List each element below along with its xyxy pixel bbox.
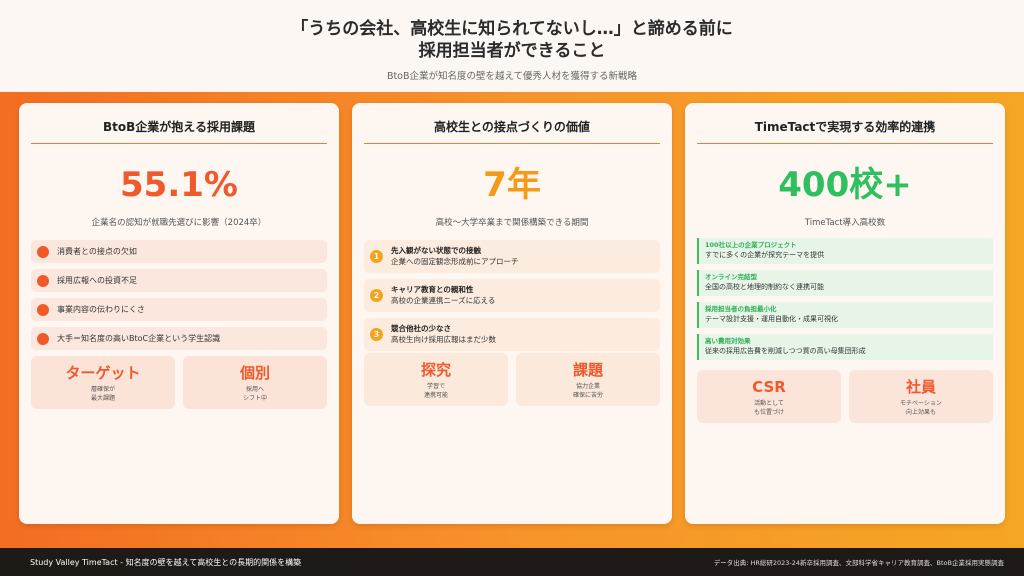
bullet-dot-icon <box>37 303 49 316</box>
stat-value: 7年 <box>483 165 541 205</box>
list-item-text: 事業内容の伝わりにくさ <box>57 305 145 314</box>
footer: Study Valley TimeTact - 知名度の壁を越えて高校生との長期… <box>0 548 1024 576</box>
list-item-desc: 高校生向け採用広報はまだ少数 <box>391 335 496 344</box>
footer-tagline: Study Valley TimeTact - 知名度の壁を越えて高校生との長期… <box>30 557 302 567</box>
list-item-desc: 従来の採用広告費を削減しつつ質の高い母集団形成 <box>705 347 866 355</box>
bullet-dot-icon <box>37 332 49 345</box>
stat-value: 55.1% <box>120 165 238 205</box>
bullet-dot-icon <box>37 274 49 287</box>
list-item: 3 競合他社の少なさ高校生向け採用広報はまだ少数 <box>364 318 660 351</box>
highlight-box: 課題 協力企業 確保に苦労 <box>516 353 660 406</box>
stat-caption: 高校〜大学卒業まで関係構築できる期間 <box>435 218 589 228</box>
page-title: 「うちの会社、高校生に知られてないし…」と諦める前に 採用担当者ができること <box>0 0 1024 62</box>
list-item: 事業内容の伝わりにくさ <box>31 298 327 321</box>
highlight-sub: 協力企業 確保に苦労 <box>572 383 603 399</box>
highlight-heading: 探究 <box>420 361 451 379</box>
challenge-list: 消費者との接点の欠如 採用広報への投資不足 事業内容の伝わりにくさ 大手＝知名度… <box>31 240 327 350</box>
highlight-boxes: ターゲット 層確保が 最大課題 個別 採用へ シフト中 <box>31 356 327 409</box>
list-item-title: 先入観がない状態での接触 <box>391 246 481 255</box>
value-list: 1 先入観がない状態での接触企業への固定観念形成前にアプローチ 2 キャリア教育… <box>364 240 660 351</box>
list-item: オンライン完結型 全国の高校と地理的制約なく連携可能 <box>697 270 993 296</box>
stat-caption: TimeTact導入高校数 <box>804 218 886 228</box>
list-item: 高い費用対効果 従来の採用広告費を削減しつつ質の高い母集団形成 <box>697 334 993 360</box>
highlight-sub: 学習で 連携可能 <box>423 383 448 399</box>
highlight-box: 個別 採用へ シフト中 <box>183 356 327 409</box>
card-timetact: TimeTactで実現する効率的連携 400校+ TimeTact導入高校数 1… <box>685 103 1005 524</box>
title-line-1: 「うちの会社、高校生に知られてないし…」と諦める前に <box>291 19 733 39</box>
list-item-desc: テーマ設計支援・運用自動化・成果可視化 <box>705 315 838 323</box>
highlight-boxes: 探究 学習で 連携可能 課題 協力企業 確保に苦労 <box>364 353 660 406</box>
list-item-title: オンライン完結型 <box>705 273 757 281</box>
footer-source: データ出典: HR総研2023-24新卒採用調査、文部科学省キャリア教育調査、B… <box>713 559 1004 567</box>
highlight-sub: モチベーション 向上効果も <box>900 400 942 416</box>
bullet-dot-icon <box>37 245 49 258</box>
list-item: 採用担当者の負担最小化 テーマ設計支援・運用自動化・成果可視化 <box>697 302 993 328</box>
highlight-heading: CSR <box>752 378 786 396</box>
list-item-title: 競合他社の少なさ <box>391 324 451 333</box>
highlight-box: ターゲット 層確保が 最大課題 <box>31 356 175 409</box>
list-item-text: 採用広報への投資不足 <box>57 276 137 285</box>
list-item: 1 先入観がない状態での接触企業への固定観念形成前にアプローチ <box>364 240 660 273</box>
highlight-box: CSR 活動として も位置づけ <box>697 370 841 423</box>
list-item-desc: 企業への固定観念形成前にアプローチ <box>391 257 519 266</box>
list-item: 採用広報への投資不足 <box>31 269 327 292</box>
number-badge: 1 <box>370 250 383 263</box>
number-badge: 3 <box>370 328 383 341</box>
list-item-text: 大手＝知名度の高いBtoC企業という学生認識 <box>57 334 221 343</box>
card-title: BtoB企業が抱える採用課題 <box>31 118 327 144</box>
highlight-sub: 層確保が 最大課題 <box>90 386 115 402</box>
stat-value: 400校+ <box>778 165 912 205</box>
highlight-heading: 課題 <box>572 361 603 379</box>
card-value: 高校生との接点づくりの価値 7年 高校〜大学卒業まで関係構築できる期間 1 先入… <box>352 103 672 524</box>
highlight-box: 探究 学習で 連携可能 <box>364 353 508 406</box>
feature-list: 100社以上の企業プロジェクト すでに多くの企業が探究テーマを提供 オンライン完… <box>697 238 993 360</box>
highlight-boxes: CSR 活動として も位置づけ 社員 モチベーション 向上効果も <box>697 370 993 423</box>
list-item-title: キャリア教育との親和性 <box>391 285 474 294</box>
page-subtitle: BtoB企業が知名度の壁を越えて優秀人材を獲得する新戦略 <box>386 71 638 82</box>
list-item: 100社以上の企業プロジェクト すでに多くの企業が探究テーマを提供 <box>697 238 993 264</box>
card-challenges: BtoB企業が抱える採用課題 55.1% 企業名の認知が就職先選びに影響（202… <box>19 103 339 524</box>
highlight-heading: 個別 <box>239 364 270 382</box>
card-title: 高校生との接点づくりの価値 <box>364 118 660 144</box>
list-item-title: 100社以上の企業プロジェクト <box>705 241 797 249</box>
list-item-text: 消費者との接点の欠如 <box>57 247 137 256</box>
list-item-title: 高い費用対効果 <box>705 337 751 345</box>
highlight-sub: 活動として も位置づけ <box>753 400 784 416</box>
highlight-heading: 社員 <box>905 378 936 396</box>
highlight-box: 社員 モチベーション 向上効果も <box>849 370 993 423</box>
highlight-heading: ターゲット <box>65 364 141 382</box>
list-item: 2 キャリア教育との親和性高校の企業連携ニーズに応える <box>364 279 660 312</box>
stat-caption: 企業名の認知が就職先選びに影響（2024卒） <box>91 218 267 228</box>
list-item-desc: 高校の企業連携ニーズに応える <box>391 296 496 305</box>
header: 「うちの会社、高校生に知られてないし…」と諦める前に 採用担当者ができること B… <box>0 0 1024 92</box>
list-item-desc: すでに多くの企業が探究テーマを提供 <box>705 251 825 259</box>
highlight-sub: 採用へ シフト中 <box>242 386 267 402</box>
list-item-title: 採用担当者の負担最小化 <box>705 305 777 313</box>
number-badge: 2 <box>370 289 383 302</box>
list-item: 消費者との接点の欠如 <box>31 240 327 263</box>
title-line-2: 採用担当者ができること <box>418 41 606 61</box>
card-title: TimeTactで実現する効率的連携 <box>697 118 993 144</box>
list-item-desc: 全国の高校と地理的制約なく連携可能 <box>705 283 824 291</box>
list-item: 大手＝知名度の高いBtoC企業という学生認識 <box>31 327 327 350</box>
